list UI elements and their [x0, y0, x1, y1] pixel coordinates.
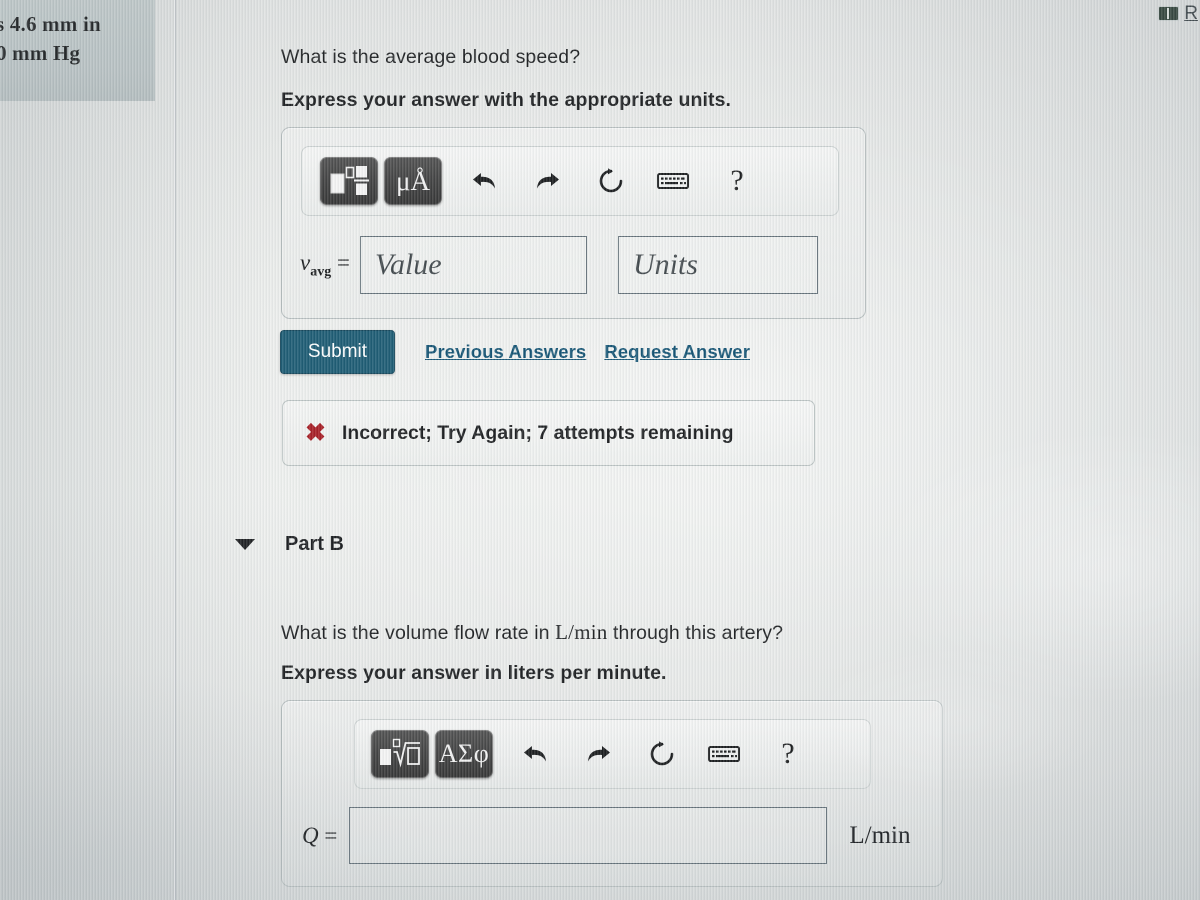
units-icon-button[interactable]: μÅ — [384, 157, 442, 205]
chevron-down-icon[interactable] — [235, 539, 255, 550]
greek-button-label: ΑΣφ — [438, 739, 490, 768]
part-b-header[interactable]: Part B — [235, 533, 344, 556]
browser-toolbar-fragment: R — [1159, 0, 1200, 26]
left-panel-text: s 4.6 mm in 0 mm Hg — [0, 10, 166, 68]
root-template-icon-button[interactable] — [371, 730, 429, 778]
redo-icon[interactable] — [524, 158, 570, 204]
feedback-text: Incorrect; Try Again; 7 attempts remaini… — [341, 421, 734, 444]
part-a-answer-panel: μÅ ? vavg = Value Units — [281, 127, 866, 319]
part-b-instruction: Express your answer in liters per minute… — [281, 662, 667, 684]
book-icon[interactable] — [1159, 6, 1179, 20]
redo-icon[interactable] — [575, 731, 621, 777]
undo-icon[interactable] — [462, 158, 508, 204]
help-icon[interactable]: ? — [765, 731, 811, 777]
left-panel-line-2: 0 mm Hg — [0, 40, 81, 65]
root-template-icon — [380, 738, 420, 768]
part-a-toolbar: μÅ ? — [301, 146, 839, 216]
browser-partial-label[interactable]: R — [1184, 4, 1198, 23]
part-b-question-math: L/min — [555, 620, 608, 644]
reset-icon[interactable] — [639, 731, 685, 777]
part-b-variable-label: Q = — [302, 822, 338, 848]
reset-icon[interactable] — [588, 158, 634, 204]
request-answer-link[interactable]: Request Answer — [604, 341, 750, 363]
part-a-action-row: Submit Previous Answers Request Answer — [280, 330, 750, 374]
flow-rate-input[interactable] — [349, 807, 828, 864]
value-placeholder: Value — [374, 248, 442, 281]
error-x-icon: ✖ — [305, 418, 326, 447]
greek-symbols-button[interactable]: ΑΣφ — [435, 730, 493, 778]
units-input[interactable]: Units — [617, 236, 818, 294]
part-a-instruction: Express your answer with the appropriate… — [281, 89, 732, 111]
feedback-banner: ✖ Incorrect; Try Again; 7 attempts remai… — [282, 400, 815, 466]
keyboard-icon[interactable] — [650, 158, 696, 204]
help-icon[interactable]: ? — [714, 158, 760, 204]
part-b-toolbar: ΑΣφ ? — [354, 719, 871, 789]
part-a-variable-label: vavg = — [300, 249, 350, 280]
left-problem-panel: s 4.6 mm in 0 mm Hg — [0, 0, 175, 900]
previous-answers-link[interactable]: Previous Answers — [425, 341, 586, 363]
part-b-question: What is the volume flow rate in L/min th… — [281, 620, 783, 645]
part-b-question-post: through this artery? — [607, 622, 784, 644]
main-content: What is the average blood speed? Express… — [175, 0, 1200, 900]
part-b-title: Part B — [285, 533, 344, 555]
template-icon — [330, 166, 369, 195]
units-placeholder: Units — [632, 248, 698, 281]
left-panel-line-1: s 4.6 mm in — [0, 12, 101, 36]
part-b-answer-panel: ΑΣφ ? Q = L/min — [281, 700, 943, 887]
part-a-field-row: vavg = Value Units — [300, 236, 818, 294]
part-b-question-pre: What is the volume flow rate in — [281, 622, 556, 644]
units-button-label: μÅ — [396, 165, 430, 196]
keyboard-icon[interactable] — [701, 731, 747, 777]
template-icon-button[interactable] — [320, 157, 378, 205]
part-b-field-row: Q = L/min — [302, 807, 910, 864]
undo-icon[interactable] — [513, 731, 559, 777]
flow-rate-unit-label: L/min — [849, 821, 911, 849]
value-input[interactable]: Value — [359, 236, 587, 294]
submit-button[interactable]: Submit — [280, 330, 395, 374]
part-a-question: What is the average blood speed? — [281, 46, 581, 68]
